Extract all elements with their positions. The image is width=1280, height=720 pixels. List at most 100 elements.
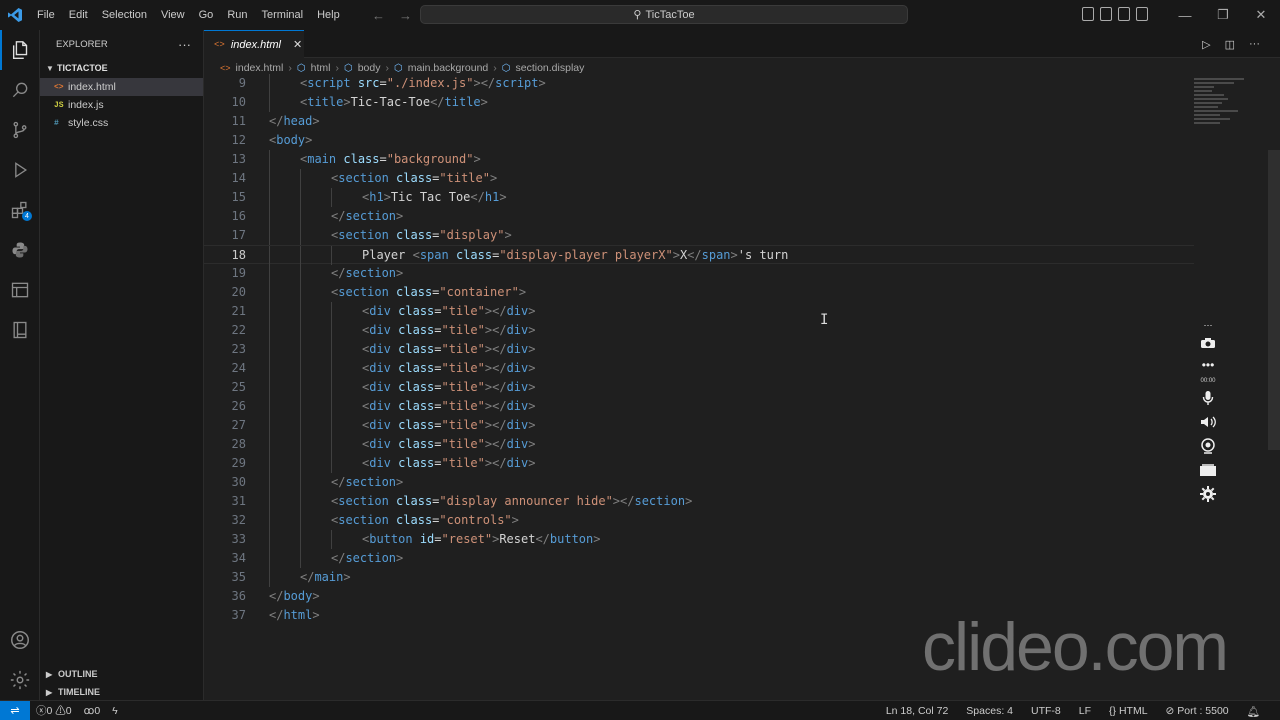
code-line[interactable]: 16 </section> xyxy=(204,207,1194,226)
timeline-section[interactable]: ▶ TIMELINE xyxy=(40,683,204,701)
python-icon[interactable] xyxy=(0,230,40,270)
split-editor-icon[interactable]: ◫ xyxy=(1225,38,1235,51)
remote-explorer-icon[interactable] xyxy=(0,270,40,310)
code-line[interactable]: 24 <div class="tile"></div> xyxy=(204,359,1194,378)
breadcrumb-item[interactable]: html xyxy=(311,62,331,74)
forward-arrow-icon[interactable]: → xyxy=(399,8,412,23)
code-line[interactable]: 28 <div class="tile"></div> xyxy=(204,435,1194,454)
menu-help[interactable]: Help xyxy=(310,0,347,30)
remote-indicator-icon[interactable]: ⇌ xyxy=(0,700,30,720)
code-line[interactable]: 27 <div class="tile"></div> xyxy=(204,416,1194,435)
code-token: body xyxy=(283,589,313,603)
code-line[interactable]: 33 <button id="reset">Reset</button> xyxy=(204,530,1194,549)
more-actions-icon[interactable]: ··· xyxy=(178,37,191,52)
code-line[interactable]: 17 <section class="display"> xyxy=(204,226,1194,245)
menu-view[interactable]: View xyxy=(154,0,192,30)
code-line[interactable]: 11 </head> xyxy=(204,112,1194,131)
end-of-line[interactable]: LF xyxy=(1079,705,1091,717)
menu-selection[interactable]: Selection xyxy=(95,0,154,30)
camera-icon[interactable] xyxy=(1200,337,1216,352)
element-icon: ⬡ xyxy=(296,62,306,74)
ports-indicator[interactable]: ꝏ0 xyxy=(84,705,101,717)
minimize-icon[interactable]: — xyxy=(1166,0,1204,30)
vertical-scrollbar[interactable] xyxy=(1268,150,1280,450)
run-debug-icon[interactable] xyxy=(0,150,40,190)
toggle-secondary-sidebar-icon[interactable] xyxy=(1118,7,1130,21)
code-line[interactable]: 35 </main> xyxy=(204,568,1194,587)
more-actions-icon[interactable]: ··· xyxy=(1249,38,1260,51)
menu-file[interactable]: File xyxy=(30,0,62,30)
code-line[interactable]: 21 <div class="tile"></div> xyxy=(204,302,1194,321)
code-line[interactable]: 34 </section> xyxy=(204,549,1194,568)
code-line[interactable]: 20 <section class="container"> xyxy=(204,283,1194,302)
code-line[interactable]: 36 </body> xyxy=(204,587,1194,606)
microphone-icon[interactable] xyxy=(1202,390,1214,409)
indentation[interactable]: Spaces: 4 xyxy=(966,705,1013,717)
book-icon[interactable] xyxy=(0,310,40,350)
file-index-html[interactable]: <> index.html xyxy=(40,78,203,96)
close-icon[interactable]: ✕ xyxy=(293,38,302,51)
code-line[interactable]: 22 <div class="tile"></div> xyxy=(204,321,1194,340)
code-token: = xyxy=(434,323,442,337)
code-line[interactable]: 23 <div class="tile"></div> xyxy=(204,340,1194,359)
lightning-icon[interactable]: ϟ xyxy=(112,705,118,717)
extensions-icon[interactable]: 4 xyxy=(0,190,40,230)
run-icon[interactable]: ▷ xyxy=(1202,38,1210,51)
notifications-bell-icon[interactable]: 🔔︎ xyxy=(1247,705,1260,718)
more-options-icon[interactable]: ••• xyxy=(1202,358,1215,372)
code-line[interactable]: 29 <div class="tile"></div> xyxy=(204,454,1194,473)
close-window-icon[interactable]: ✕ xyxy=(1242,0,1280,30)
code-line[interactable]: 30 </section> xyxy=(204,473,1194,492)
code-line[interactable]: 25 <div class="tile"></div> xyxy=(204,378,1194,397)
speaker-icon[interactable] xyxy=(1200,415,1216,432)
code-editor[interactable]: 9 <script src="./index.js"></script> 10 <ti… xyxy=(204,74,1194,634)
menu-terminal[interactable]: Terminal xyxy=(255,0,311,30)
code-line[interactable]: 14 <section class="title"> xyxy=(204,169,1194,188)
more-options-icon[interactable]: ⋯ xyxy=(1204,320,1213,331)
toggle-panel-icon[interactable] xyxy=(1100,7,1112,21)
file-index-js[interactable]: JS index.js xyxy=(40,96,203,114)
outline-section[interactable]: ▶ OUTLINE xyxy=(40,665,204,683)
tab-index-html[interactable]: <> index.html ✕ xyxy=(204,30,304,58)
breadcrumb-item[interactable]: body xyxy=(358,62,381,74)
command-center[interactable]: ⚲ TicTacToe xyxy=(420,5,908,24)
toggle-primary-sidebar-icon[interactable] xyxy=(1082,7,1094,21)
settings-gear-icon[interactable] xyxy=(0,660,40,700)
code-line[interactable]: 19 </section> xyxy=(204,264,1194,283)
maximize-icon[interactable]: ❐ xyxy=(1204,0,1242,30)
code-line[interactable]: 12 <body> xyxy=(204,131,1194,150)
file-style-css[interactable]: # style.css xyxy=(40,114,203,132)
source-control-icon[interactable] xyxy=(0,110,40,150)
code-line[interactable]: 32 <section class="controls"> xyxy=(204,511,1194,530)
breadcrumb-item[interactable]: section.display xyxy=(516,62,585,74)
chevron-down-icon: ▼ xyxy=(46,63,54,73)
settings-gear-icon[interactable] xyxy=(1200,486,1216,505)
breadcrumb-item[interactable]: main.background xyxy=(408,62,489,74)
search-icon[interactable] xyxy=(0,70,40,110)
code-line[interactable]: 18 Player <span class="display-player pla… xyxy=(204,245,1194,265)
code-line[interactable]: 26 <div class="tile"></div> xyxy=(204,397,1194,416)
code-line[interactable]: 15 <h1>Tic Tac Toe</h1> xyxy=(204,188,1194,207)
back-arrow-icon[interactable]: ← xyxy=(372,8,385,23)
encoding[interactable]: UTF-8 xyxy=(1031,705,1061,717)
live-server-port[interactable]: ⊘ Port : 5500 xyxy=(1166,705,1229,717)
menu-go[interactable]: Go xyxy=(192,0,221,30)
code-text: <section class="display"> xyxy=(331,226,512,245)
account-icon[interactable] xyxy=(0,620,40,660)
customize-layout-icon[interactable] xyxy=(1136,7,1148,21)
code-line[interactable]: 13 <main class="background"> xyxy=(204,150,1194,169)
breadcrumb-item[interactable]: index.html xyxy=(236,62,284,74)
menu-run[interactable]: Run xyxy=(220,0,254,30)
problems-indicator[interactable]: ⓧ0 ⚠0 xyxy=(36,703,72,718)
cursor-position[interactable]: Ln 18, Col 72 xyxy=(886,705,948,717)
code-line[interactable]: 31 <section class="display announcer hide… xyxy=(204,492,1194,511)
minimap[interactable] xyxy=(1194,76,1260,136)
language-mode[interactable]: {} HTML xyxy=(1109,705,1148,717)
webcam-icon[interactable] xyxy=(1200,438,1216,457)
code-line[interactable]: 10 <title>Tic-Tac-Toe</title> xyxy=(204,93,1194,112)
window-capture-icon[interactable] xyxy=(1199,463,1217,480)
folder-tictactoe[interactable]: ▼ TICTACTOE xyxy=(40,58,203,78)
menu-edit[interactable]: Edit xyxy=(62,0,95,30)
explorer-icon[interactable] xyxy=(0,30,40,70)
code-line[interactable]: 9 <script src="./index.js"></script> xyxy=(204,74,1194,93)
